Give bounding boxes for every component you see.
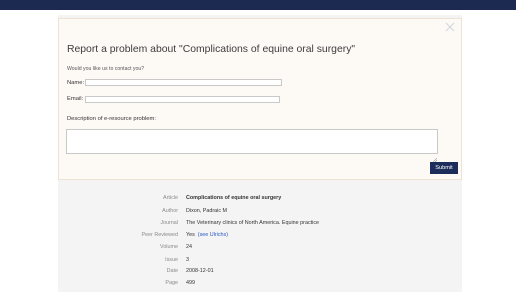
email-input[interactable]: [85, 96, 280, 103]
page-label: Page: [165, 280, 178, 286]
author-label: Author: [162, 208, 178, 214]
dialog-title: Report a problem about "Complications of…: [67, 44, 356, 55]
date-value: 2008-12-01: [186, 268, 214, 274]
email-label: Email:: [67, 96, 84, 102]
name-label: Name:: [67, 80, 85, 86]
author-value: Dixon, Padraic M: [186, 208, 228, 214]
close-icon[interactable]: [445, 22, 455, 32]
volume-label: Volume: [160, 244, 178, 250]
peer-reviewed-label: Peer Reviewed: [141, 232, 178, 238]
journal-label: Journal: [160, 220, 178, 226]
issue-value: 3: [186, 257, 189, 263]
top-nav-bar: [0, 0, 516, 10]
detail-row-issue: Issue 3: [58, 257, 462, 267]
page-value: 499: [186, 280, 195, 286]
contact-prompt: Would you like us to contact you?: [67, 66, 145, 72]
description-label: Description of e-resource problem:: [67, 116, 156, 122]
date-label: Date: [166, 268, 178, 274]
peer-reviewed-value: Yes (see Ulrichs): [186, 232, 229, 238]
detail-row-page: Page 499: [58, 280, 462, 290]
report-problem-dialog: Report a problem about "Complications of…: [58, 18, 462, 180]
detail-row-article: Article Complications of equine oral sur…: [58, 195, 462, 205]
detail-row-author: Author Dixon, Padraic M: [58, 208, 462, 218]
detail-row-journal: Journal The Veterinary clinics of North …: [58, 220, 462, 230]
article-details: Article Complications of equine oral sur…: [58, 186, 462, 292]
detail-row-date: Date 2008-12-01: [58, 268, 462, 278]
article-value: Complications of equine oral surgery: [186, 195, 282, 201]
detail-row-volume: Volume 24: [58, 244, 462, 254]
detail-row-peer-reviewed: Peer Reviewed Yes (see Ulrichs): [58, 232, 462, 242]
submit-button[interactable]: Submit: [430, 162, 458, 174]
ulrichs-link[interactable]: (see Ulrichs): [198, 232, 228, 238]
volume-value: 24: [186, 244, 192, 250]
resize-handle-icon[interactable]: [432, 149, 438, 163]
description-textarea[interactable]: [66, 129, 438, 154]
name-input[interactable]: [85, 79, 282, 86]
issue-label: Issue: [165, 257, 178, 263]
journal-value: The Veterinary clinics of North America.…: [186, 220, 320, 226]
article-label: Article: [163, 195, 178, 201]
